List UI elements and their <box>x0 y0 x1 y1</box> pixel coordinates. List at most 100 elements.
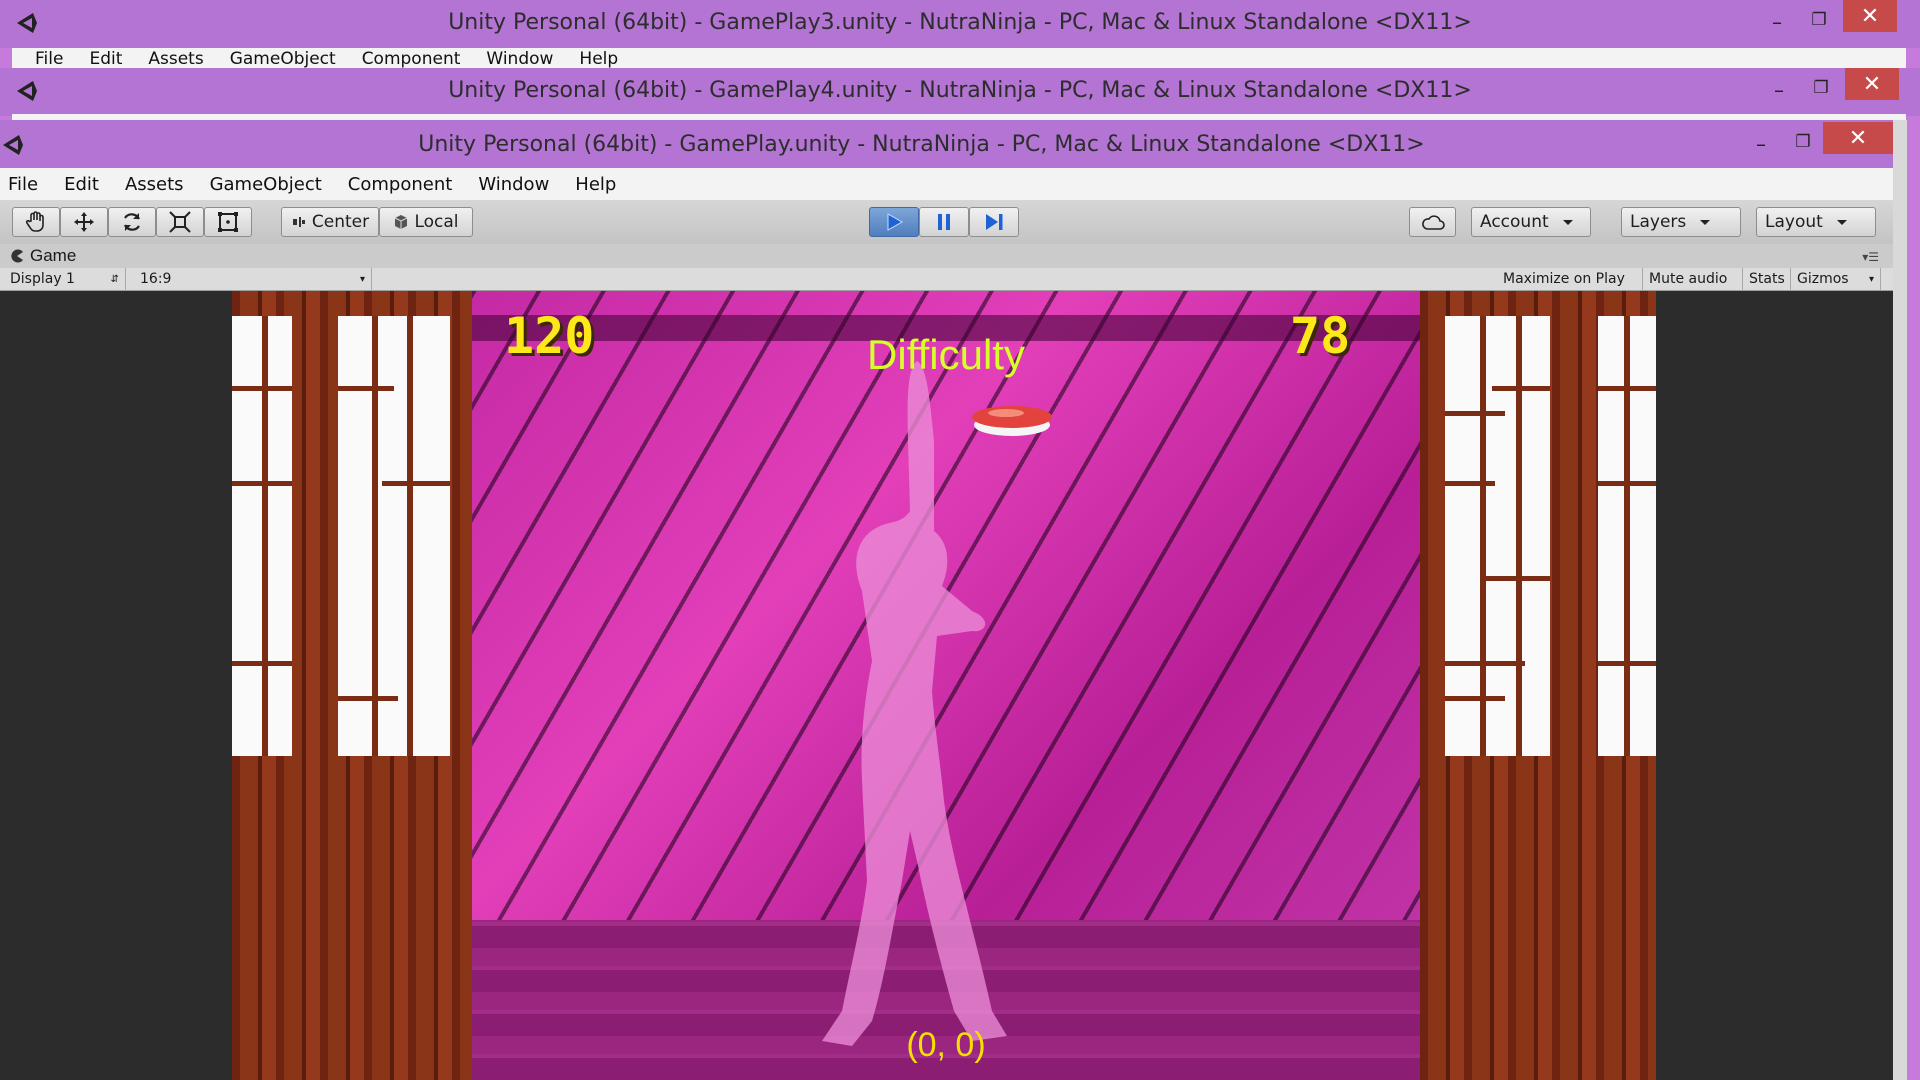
play-icon <box>887 213 904 231</box>
menu-assets[interactable]: Assets <box>148 49 203 69</box>
restore-button[interactable]: ❐ <box>1804 6 1834 34</box>
menu-file[interactable]: File <box>35 49 63 69</box>
aspect-label: 16:9 <box>140 271 172 287</box>
minimize-button[interactable]: – <box>1746 130 1776 158</box>
title-bar[interactable]: Unity Personal (64bit) - GamePlay.unity … <box>0 120 1893 168</box>
close-button[interactable]: ✕ <box>1843 0 1897 32</box>
account-dropdown[interactable]: Account <box>1471 207 1591 237</box>
pacman-game-icon <box>11 249 23 263</box>
menu-bar: File Edit Assets GameObject Component Wi… <box>0 168 1893 200</box>
close-button[interactable]: ✕ <box>1845 68 1899 100</box>
maximize-on-play-toggle[interactable]: Maximize on Play <box>1497 268 1643 290</box>
local-label: Local <box>414 212 459 232</box>
unity-window-gameplay4: Unity Personal (64bit) - GamePlay4.unity… <box>0 68 1920 120</box>
hand-icon <box>25 211 44 232</box>
account-label: Account <box>1480 212 1549 232</box>
move-arrows-icon <box>74 212 94 232</box>
menu-gameobject[interactable]: GameObject <box>210 174 322 195</box>
menu-component[interactable]: Component <box>362 49 461 69</box>
step-button[interactable] <box>969 207 1019 237</box>
local-cube-icon <box>395 215 408 229</box>
window-title: Unity Personal (64bit) - GamePlay3.unity… <box>448 10 1472 35</box>
restore-button[interactable]: ❐ <box>1806 74 1836 102</box>
collab-cloud-button[interactable] <box>1409 207 1456 237</box>
shoji-slat <box>1445 661 1525 666</box>
layout-label: Layout <box>1765 212 1823 232</box>
main-toolbar: Center Local Account Layers Layout <box>0 200 1893 245</box>
game-render[interactable]: 120 78 Difficulty (0, 0) <box>232 291 1656 1080</box>
layers-dropdown[interactable]: Layers <box>1621 207 1741 237</box>
display-select[interactable]: Display 1 ⇵ <box>4 268 126 290</box>
game-tab-header: Game ▾☰ <box>0 244 1893 268</box>
menu-window[interactable]: Window <box>486 49 553 69</box>
display-label: Display 1 <box>10 271 75 287</box>
menu-file[interactable]: File <box>8 174 38 195</box>
close-button[interactable]: ✕ <box>1823 122 1893 154</box>
pause-icon <box>938 214 950 230</box>
hand-tool-button[interactable] <box>12 207 60 237</box>
shoji-slat <box>1516 316 1522 756</box>
aspect-select[interactable]: 16:9 ▾ <box>134 268 372 290</box>
shoji-slat <box>1598 481 1656 486</box>
score-left: 120 <box>504 307 595 365</box>
pivot-local-toggle[interactable]: Local <box>379 207 473 237</box>
pivot-icon <box>292 217 305 227</box>
shoji-slat <box>1492 386 1550 391</box>
player-silhouette <box>822 361 1007 1046</box>
minimize-button[interactable]: – <box>1762 8 1792 36</box>
title-bar[interactable]: Unity Personal (64bit) - GamePlay4.unity… <box>0 68 1920 116</box>
shoji-slat <box>1624 316 1630 756</box>
pivot-center-toggle[interactable]: Center <box>281 207 379 237</box>
shoji-slat <box>382 481 450 486</box>
cloud-icon <box>1421 215 1445 230</box>
menu-component[interactable]: Component <box>348 174 453 195</box>
background-window-edge <box>1893 120 1920 1080</box>
scale-tool-button[interactable] <box>156 207 204 237</box>
window-title: Unity Personal (64bit) - GamePlay4.unity… <box>448 78 1472 103</box>
menu-assets[interactable]: Assets <box>125 174 184 195</box>
mute-audio-toggle[interactable]: Mute audio <box>1643 268 1743 290</box>
shoji-slat <box>1598 661 1656 666</box>
tab-game-label: Game <box>30 246 77 265</box>
shoji-slat <box>232 661 292 666</box>
shoji-slat <box>1445 696 1505 701</box>
menu-edit[interactable]: Edit <box>64 174 99 195</box>
coordinates-readout: (0, 0) <box>906 1026 986 1064</box>
minimize-button[interactable]: – <box>1764 76 1794 104</box>
difficulty-label: Difficulty <box>867 331 1025 378</box>
menu-window[interactable]: Window <box>478 174 549 195</box>
rect-tool-button[interactable] <box>204 207 252 237</box>
mute-label: Mute audio <box>1649 271 1728 287</box>
shoji-slat <box>232 481 292 486</box>
gizmos-dropdown[interactable]: Gizmos ▾ <box>1791 268 1881 290</box>
updown-icon: ⇵ <box>110 273 119 285</box>
menu-edit[interactable]: Edit <box>89 49 122 69</box>
panel-menu-icon[interactable]: ▾☰ <box>1862 250 1879 264</box>
shoji-slat <box>338 696 398 701</box>
right-shoji-panel <box>1445 316 1550 756</box>
tab-game[interactable]: Game <box>10 246 76 266</box>
game-view-controls: Display 1 ⇵ 16:9 ▾ Maximize on Play Mute… <box>0 268 1893 291</box>
stats-toggle[interactable]: Stats <box>1743 268 1791 290</box>
layout-dropdown[interactable]: Layout <box>1756 207 1876 237</box>
shoji-slat <box>407 316 413 756</box>
shoji-slat <box>262 316 268 756</box>
window-title: Unity Personal (64bit) - GamePlay.unity … <box>418 132 1425 157</box>
shoji-slat <box>1598 386 1656 391</box>
game-viewport[interactable]: 120 78 Difficulty (0, 0) <box>0 291 1893 1080</box>
restore-button[interactable]: ❐ <box>1788 128 1818 156</box>
rotate-tool-button[interactable] <box>108 207 156 237</box>
title-bar[interactable]: Unity Personal (64bit) - GamePlay3.unity… <box>0 0 1920 48</box>
rotate-icon <box>124 213 140 231</box>
chevron-down-icon: ▾ <box>359 273 365 285</box>
pivot-label: Center <box>311 212 370 232</box>
play-button[interactable] <box>869 207 919 237</box>
chevron-down-icon: ▾ <box>1868 273 1874 285</box>
menu-gameobject[interactable]: GameObject <box>230 49 336 69</box>
score-right: 78 <box>1290 307 1351 365</box>
pause-button[interactable] <box>919 207 969 237</box>
menu-help[interactable]: Help <box>579 49 618 69</box>
move-tool-button[interactable] <box>60 207 108 237</box>
step-icon <box>986 214 1003 230</box>
menu-help[interactable]: Help <box>575 174 616 195</box>
